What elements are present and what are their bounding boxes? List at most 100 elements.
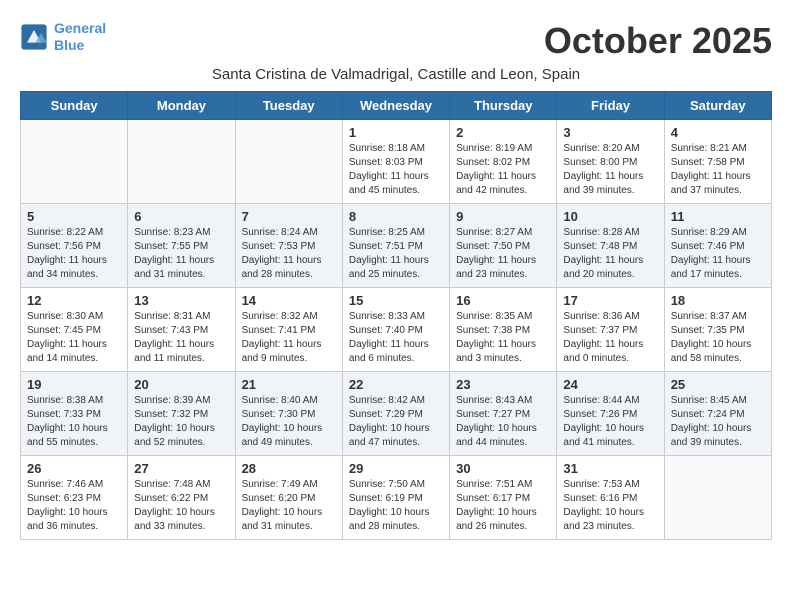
day-number: 12 [27, 293, 121, 308]
calendar-cell: 19Sunrise: 8:38 AM Sunset: 7:33 PM Dayli… [21, 372, 128, 456]
calendar-cell: 6Sunrise: 8:23 AM Sunset: 7:55 PM Daylig… [128, 204, 235, 288]
day-number: 27 [134, 461, 228, 476]
calendar-cell: 31 Sunrise: 7:53 AM Sunset: 6:16 PM Dayli… [557, 456, 664, 540]
day-info: Sunrise: 8:29 AM Sunset: 7:46 PM Dayligh… [671, 226, 765, 282]
calendar-cell: 12 Sunrise: 8:30 AM Sunset: 7:45 PM Dayli… [21, 288, 128, 372]
calendar-cell: 13 Sunrise: 8:31 AM Sunset: 7:43 PM Dayli… [128, 288, 235, 372]
day-number: 8 [349, 209, 443, 224]
day-number: 25 [671, 377, 765, 392]
day-info: Sunrise: 8:36 AM Sunset: 7:37 PM Dayligh… [563, 310, 657, 366]
calendar-cell: 30 Sunrise: 7:51 AM Sunset: 6:17 PM Dayli… [450, 456, 557, 540]
week-row-1: 1 Sunrise: 8:18 AM Sunset: 8:03 PM Daylig… [21, 120, 772, 204]
day-info: Sunrise: 8:40 AM Sunset: 7:30 PM Dayligh… [242, 394, 336, 450]
calendar-cell [664, 456, 771, 540]
day-number: 7 [242, 209, 336, 224]
day-info: Sunrise: 8:21 AM Sunset: 7:58 PM Dayligh… [671, 142, 765, 198]
calendar-cell: 18Sunrise: 8:37 AM Sunset: 7:35 PM Dayli… [664, 288, 771, 372]
day-info: Sunrise: 8:42 AM Sunset: 7:29 PM Dayligh… [349, 394, 443, 450]
day-info: Sunrise: 8:35 AM Sunset: 7:38 PM Dayligh… [456, 310, 550, 366]
day-info: Sunrise: 7:53 AM Sunset: 6:16 PM Dayligh… [563, 478, 657, 534]
day-number: 10 [563, 209, 657, 224]
day-number: 17 [563, 293, 657, 308]
calendar-cell: 4 Sunrise: 8:21 AM Sunset: 7:58 PM Daylig… [664, 120, 771, 204]
day-number: 20 [134, 377, 228, 392]
logo-icon [20, 23, 48, 51]
calendar-cell: 9Sunrise: 8:27 AM Sunset: 7:50 PM Daylig… [450, 204, 557, 288]
calendar-cell [128, 120, 235, 204]
calendar-cell: 26 Sunrise: 7:46 AM Sunset: 6:23 PM Dayli… [21, 456, 128, 540]
calendar-cell: 11 Sunrise: 8:29 AM Sunset: 7:46 PM Dayli… [664, 204, 771, 288]
day-info: Sunrise: 8:44 AM Sunset: 7:26 PM Dayligh… [563, 394, 657, 450]
calendar-cell: 24 Sunrise: 8:44 AM Sunset: 7:26 PM Dayli… [557, 372, 664, 456]
day-number: 29 [349, 461, 443, 476]
calendar-cell: 8Sunrise: 8:25 AM Sunset: 7:51 PM Daylig… [342, 204, 449, 288]
day-info: Sunrise: 8:43 AM Sunset: 7:27 PM Dayligh… [456, 394, 550, 450]
calendar-cell: 29 Sunrise: 7:50 AM Sunset: 6:19 PM Dayli… [342, 456, 449, 540]
day-number: 31 [563, 461, 657, 476]
day-number: 24 [563, 377, 657, 392]
logo-line2: Blue [54, 37, 84, 53]
day-info: Sunrise: 8:20 AM Sunset: 8:00 PM Dayligh… [563, 142, 657, 198]
day-info: Sunrise: 7:49 AM Sunset: 6:20 PM Dayligh… [242, 478, 336, 534]
day-info: Sunrise: 8:24 AM Sunset: 7:53 PM Dayligh… [242, 226, 336, 282]
day-number: 21 [242, 377, 336, 392]
day-info: Sunrise: 8:22 AM Sunset: 7:56 PM Dayligh… [27, 226, 121, 282]
calendar-cell: 25Sunrise: 8:45 AM Sunset: 7:24 PM Dayli… [664, 372, 771, 456]
day-number: 22 [349, 377, 443, 392]
day-info: Sunrise: 8:33 AM Sunset: 7:40 PM Dayligh… [349, 310, 443, 366]
day-info: Sunrise: 8:30 AM Sunset: 7:45 PM Dayligh… [27, 310, 121, 366]
calendar-cell: 1 Sunrise: 8:18 AM Sunset: 8:03 PM Daylig… [342, 120, 449, 204]
calendar-cell: 16 Sunrise: 8:35 AM Sunset: 7:38 PM Dayli… [450, 288, 557, 372]
day-number: 30 [456, 461, 550, 476]
day-number: 23 [456, 377, 550, 392]
day-info: Sunrise: 8:28 AM Sunset: 7:48 PM Dayligh… [563, 226, 657, 282]
weekday-header-friday: Friday [557, 92, 664, 120]
month-title: October 2025 [544, 20, 772, 62]
calendar-cell: 14Sunrise: 8:32 AM Sunset: 7:41 PM Dayli… [235, 288, 342, 372]
logo-text: General Blue [54, 20, 106, 54]
calendar-cell: 22 Sunrise: 8:42 AM Sunset: 7:29 PM Dayli… [342, 372, 449, 456]
weekday-header-monday: Monday [128, 92, 235, 120]
day-number: 16 [456, 293, 550, 308]
day-info: Sunrise: 7:48 AM Sunset: 6:22 PM Dayligh… [134, 478, 228, 534]
weekday-header-sunday: Sunday [21, 92, 128, 120]
calendar-cell [235, 120, 342, 204]
weekday-header-saturday: Saturday [664, 92, 771, 120]
day-number: 26 [27, 461, 121, 476]
day-info: Sunrise: 8:19 AM Sunset: 8:02 PM Dayligh… [456, 142, 550, 198]
header: General Blue October 2025 [20, 20, 772, 62]
day-number: 5 [27, 209, 121, 224]
week-row-3: 12 Sunrise: 8:30 AM Sunset: 7:45 PM Dayli… [21, 288, 772, 372]
day-info: Sunrise: 8:18 AM Sunset: 8:03 PM Dayligh… [349, 142, 443, 198]
day-info: Sunrise: 7:51 AM Sunset: 6:17 PM Dayligh… [456, 478, 550, 534]
day-info: Sunrise: 7:46 AM Sunset: 6:23 PM Dayligh… [27, 478, 121, 534]
day-number: 13 [134, 293, 228, 308]
weekday-header-wednesday: Wednesday [342, 92, 449, 120]
day-info: Sunrise: 7:50 AM Sunset: 6:19 PM Dayligh… [349, 478, 443, 534]
day-number: 4 [671, 125, 765, 140]
day-number: 2 [456, 125, 550, 140]
calendar-cell: 5 Sunrise: 8:22 AM Sunset: 7:56 PM Daylig… [21, 204, 128, 288]
day-number: 6 [134, 209, 228, 224]
week-row-5: 26 Sunrise: 7:46 AM Sunset: 6:23 PM Dayli… [21, 456, 772, 540]
calendar-cell: 7 Sunrise: 8:24 AM Sunset: 7:53 PM Daylig… [235, 204, 342, 288]
day-info: Sunrise: 8:31 AM Sunset: 7:43 PM Dayligh… [134, 310, 228, 366]
location-title: Santa Cristina de Valmadrigal, Castille … [20, 66, 772, 83]
day-number: 11 [671, 209, 765, 224]
calendar-cell: 27 Sunrise: 7:48 AM Sunset: 6:22 PM Dayli… [128, 456, 235, 540]
calendar-cell: 2 Sunrise: 8:19 AM Sunset: 8:02 PM Daylig… [450, 120, 557, 204]
day-info: Sunrise: 8:37 AM Sunset: 7:35 PM Dayligh… [671, 310, 765, 366]
day-info: Sunrise: 8:27 AM Sunset: 7:50 PM Dayligh… [456, 226, 550, 282]
calendar-cell: 20 Sunrise: 8:39 AM Sunset: 7:32 PM Dayli… [128, 372, 235, 456]
calendar-cell: 21 Sunrise: 8:40 AM Sunset: 7:30 PM Dayli… [235, 372, 342, 456]
week-row-2: 5 Sunrise: 8:22 AM Sunset: 7:56 PM Daylig… [21, 204, 772, 288]
day-info: Sunrise: 8:39 AM Sunset: 7:32 PM Dayligh… [134, 394, 228, 450]
weekday-header-tuesday: Tuesday [235, 92, 342, 120]
day-number: 1 [349, 125, 443, 140]
day-number: 15 [349, 293, 443, 308]
calendar: SundayMondayTuesdayWednesdayThursdayFrid… [20, 91, 772, 540]
weekday-header-thursday: Thursday [450, 92, 557, 120]
day-info: Sunrise: 8:32 AM Sunset: 7:41 PM Dayligh… [242, 310, 336, 366]
calendar-cell: 3Sunrise: 8:20 AM Sunset: 8:00 PM Daylig… [557, 120, 664, 204]
calendar-cell: 10 Sunrise: 8:28 AM Sunset: 7:48 PM Dayli… [557, 204, 664, 288]
